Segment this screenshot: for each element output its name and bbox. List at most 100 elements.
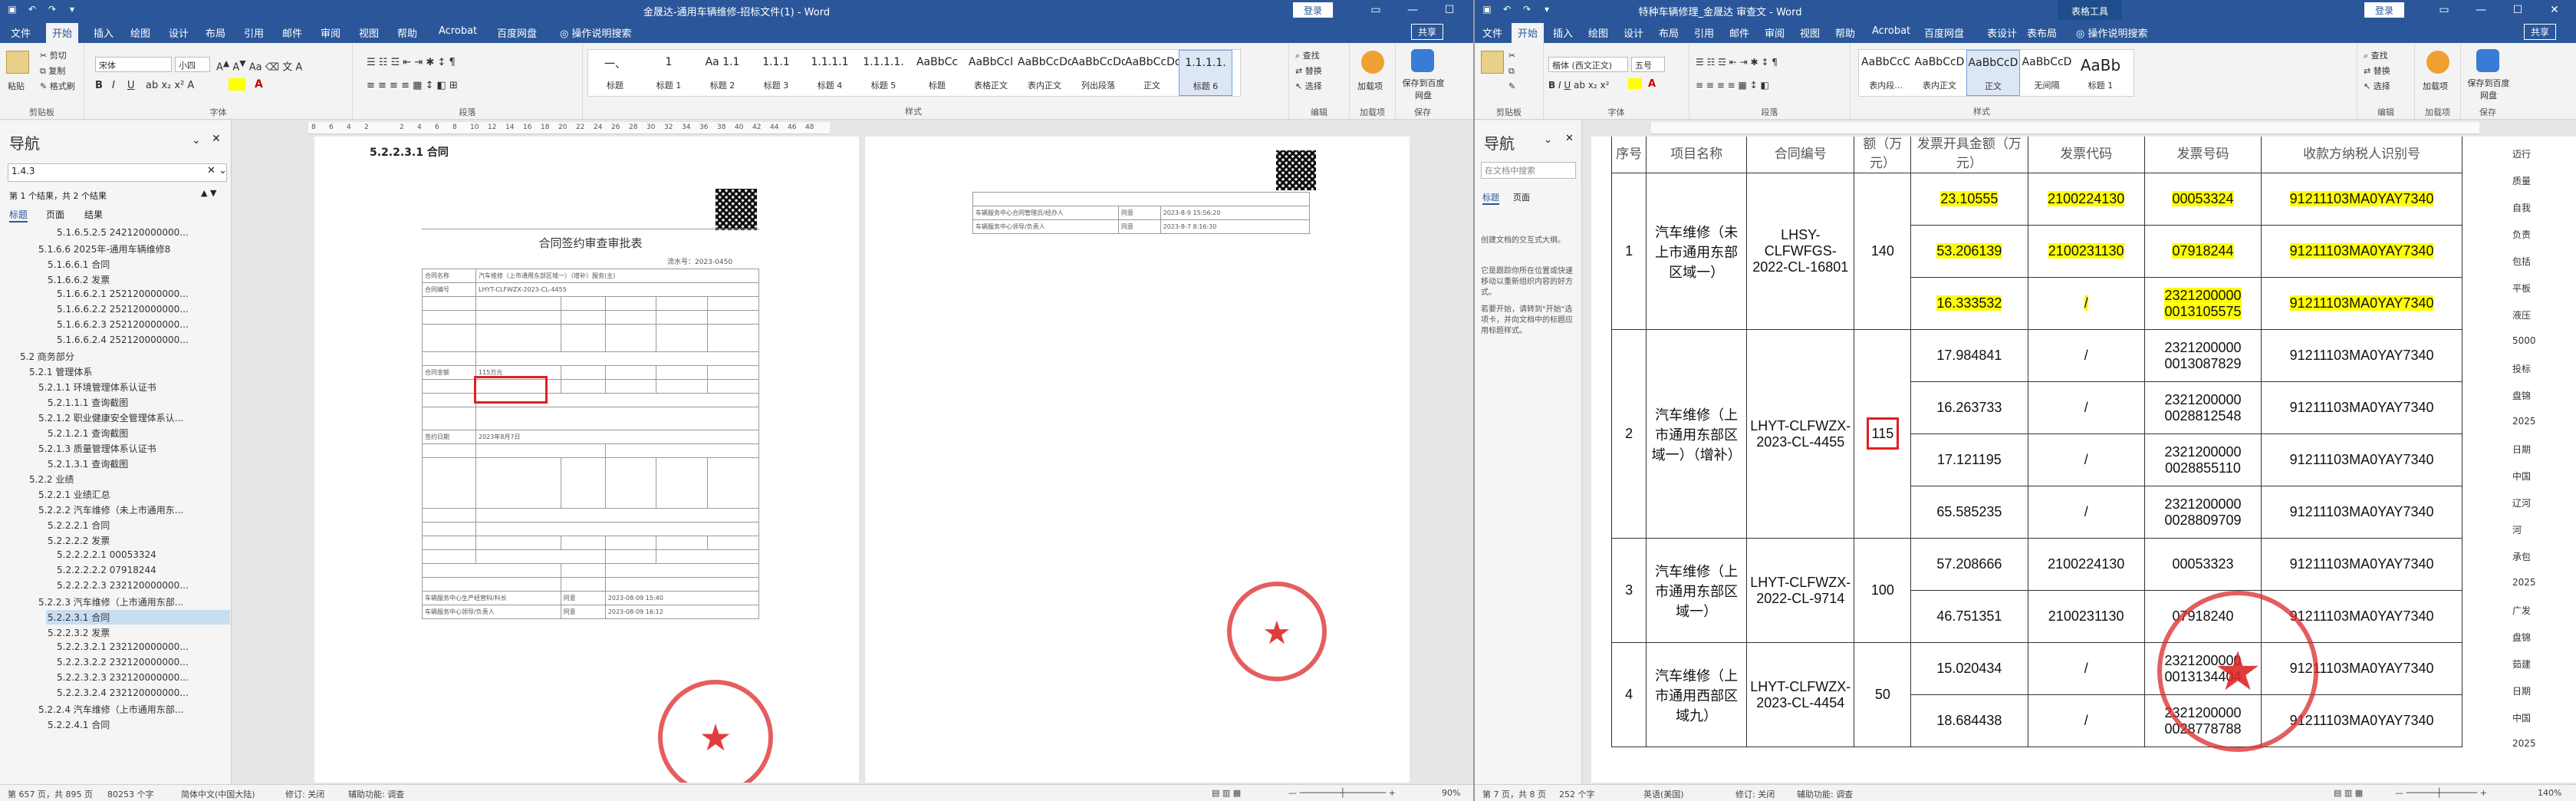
nav-heading-item[interactable]: 5.2.1.1 环境管理体系认证书	[37, 380, 230, 394]
bold-icon[interactable]: B	[95, 80, 103, 91]
nav-heading-item[interactable]: 5.2.2.1 业绩汇总	[37, 487, 230, 502]
tab-insert[interactable]: 插入	[94, 25, 114, 40]
strikethrough-icon[interactable]: ab x₂ x² A	[146, 80, 194, 91]
nav-heading-item[interactable]: 5.2.2.3.1 合同	[46, 610, 230, 625]
login-button[interactable]: 登录	[1293, 2, 1334, 18]
minimize-icon[interactable]: —	[2462, 2, 2499, 18]
nav-heading-item[interactable]: 5.1.6.6 2025年-通用车辆维修8	[37, 242, 230, 256]
maximize-icon[interactable]: ☐	[1431, 2, 1468, 18]
font-color-icon[interactable]: A	[255, 78, 263, 91]
addin-icon[interactable]	[2426, 51, 2449, 74]
tab-design[interactable]: 设计	[169, 25, 189, 40]
view-mode-icons[interactable]: ▤ ▥ ▦	[2334, 788, 2363, 798]
brush-icon[interactable]: ✎	[1508, 81, 1515, 91]
accessibility-status[interactable]: 辅助功能: 调查	[1797, 788, 1853, 800]
paste-label[interactable]: 粘贴	[8, 80, 25, 92]
font-name-combo[interactable]: 宋体	[95, 57, 172, 72]
style-item[interactable]: 1.1.1.1. 标题 6	[1179, 50, 1232, 96]
tab-draw[interactable]: 绘图	[130, 25, 150, 40]
save-to-baidu-button[interactable]: 保存到百度网盘	[2464, 77, 2513, 101]
style-item[interactable]: AaBbCcD 正文	[1966, 50, 2020, 96]
language-indicator[interactable]: 英语(美国)	[1643, 788, 1684, 800]
nav-search-input[interactable]: 1.4.3	[8, 163, 227, 182]
nav-heading-item[interactable]: 5.1.6.6.2.3 252120000000...	[55, 318, 230, 331]
clear-search-icon[interactable]: ✕ ⌄	[207, 165, 227, 176]
nav-heading-item[interactable]: 5.2.1.2.1 查询截图	[46, 426, 230, 440]
nav-heading-item[interactable]: 5.2.2.2.2.3 232120000000...	[55, 579, 230, 592]
nav-tab-pages[interactable]: 页面	[1513, 191, 1530, 203]
replace-button[interactable]: ⇄ 替换	[1295, 64, 1322, 77]
style-item[interactable]: 1.1.1.1. 标题 5	[857, 50, 910, 96]
nav-options-icon[interactable]: ⌄	[192, 134, 201, 147]
copy-button[interactable]: ⧉ 复制	[40, 64, 65, 77]
zoom-slider[interactable]: — ────────┼──────── +	[1288, 788, 1396, 798]
font-size-combo[interactable]: 五号	[1631, 57, 1665, 72]
style-item[interactable]: AaBbCcD 表内正文	[1913, 50, 1966, 96]
style-item[interactable]: AaBbCcDd 正文	[1125, 50, 1179, 96]
nav-heading-item[interactable]: 5.2.2.3.2.1 232120000000...	[55, 641, 230, 653]
style-item[interactable]: 1.1.1 标题 3	[749, 50, 803, 96]
align-left-icon[interactable]: ≡ ≡ ≡ ≡ ▦ ↕ ◧ ⊞	[367, 80, 458, 91]
tell-me-search[interactable]: ◎ 操作说明搜索	[2076, 25, 2148, 40]
zoom-level[interactable]: 140%	[2538, 788, 2561, 798]
share-button[interactable]: 共享	[2524, 24, 2557, 40]
nav-heading-item[interactable]: 5.2.2.3.2.3 232120000000...	[55, 671, 230, 684]
accessibility-status[interactable]: 辅助功能: 调查	[348, 788, 404, 800]
font-size-combo[interactable]: 小四	[175, 57, 210, 72]
tab-home[interactable]: 开始	[46, 23, 79, 43]
format-painter-button[interactable]: ✎ 格式刷	[40, 80, 75, 92]
maximize-icon[interactable]: ☐	[2499, 2, 2536, 18]
login-button[interactable]: 登录	[2364, 2, 2405, 18]
tab-file[interactable]: 文件	[11, 25, 31, 40]
nav-tab-headings[interactable]: 标题	[9, 208, 28, 222]
document-page-1[interactable]: 5.2.2.3.1 合同 合同签约审查审批表 流水号：2023-0450 合同名…	[314, 137, 859, 783]
nav-search-input[interactable]: 在文档中搜索	[1481, 162, 1576, 179]
track-changes-status[interactable]: 修订: 关闭	[285, 788, 324, 800]
nav-heading-item[interactable]: 5.2.2.3.2.2 232120000000...	[55, 656, 230, 668]
replace-button[interactable]: ⇄ 替换	[2364, 64, 2390, 77]
nav-heading-item[interactable]: 5.2 商务部分	[18, 349, 230, 364]
style-item[interactable]: 1.1.1.1 标题 4	[803, 50, 857, 96]
document-page[interactable]: 序号 项目名称 合同编号 额（万元） 发票开具金额（万元） 发票代码 发票号码 收款方纳税人识…	[1591, 137, 2508, 783]
tab-layout[interactable]: 布局	[206, 25, 225, 40]
style-item[interactable]: Aa 1.1 标题 2	[696, 50, 749, 96]
nav-heading-item[interactable]: 5.2.1.2 职业健康安全管理体系认...	[37, 410, 230, 425]
page-count[interactable]: 第 7 页，共 8 页	[1482, 788, 1546, 800]
nav-tab-results[interactable]: 结果	[84, 208, 103, 221]
style-item[interactable]: 一、 标题	[588, 50, 642, 96]
select-button[interactable]: ↖ 选择	[1295, 80, 1322, 92]
nav-heading-item[interactable]: 5.2.2.4 汽车维修（上市通用东部...	[37, 702, 230, 717]
select-button[interactable]: ↖ 选择	[2364, 80, 2390, 92]
nav-heading-item[interactable]: 5.2.2.2.2 发票	[46, 533, 230, 548]
tab-home[interactable]: 开始	[1512, 23, 1545, 43]
close-icon[interactable]: ✕	[1565, 133, 1574, 144]
style-item[interactable]: AaBbCcDd 列出段落	[1071, 50, 1125, 96]
tab-acrobat[interactable]: Acrobat	[439, 25, 477, 37]
horizontal-ruler[interactable]	[1651, 122, 2479, 134]
highlight-icon[interactable]	[1628, 78, 1642, 89]
grow-font-icon[interactable]: A▲ A▼ Aa ⌫ 文 A	[216, 58, 302, 73]
page-count[interactable]: 第 657 页，共 895 页	[8, 788, 93, 800]
nav-heading-item[interactable]: 5.1.6.6.2.4 252120000000...	[55, 334, 230, 346]
nav-heading-item[interactable]: 5.2.1.1.1 查询截图	[46, 395, 230, 410]
font-color-icon[interactable]: A	[1648, 78, 1656, 90]
style-item[interactable]: AaBbCcDd 表内正文	[1018, 50, 1071, 96]
tell-me-search[interactable]: ◎ 操作说明搜索	[560, 25, 632, 40]
cut-button[interactable]: ✂ 剪切	[40, 49, 67, 61]
tab-references[interactable]: 引用	[1694, 25, 1714, 40]
cloud-save-icon[interactable]	[1411, 49, 1434, 72]
nav-heading-item[interactable]: 5.2.2.2.2.1 00053324	[55, 549, 230, 561]
nav-heading-item[interactable]: 5.2.2 业绩	[28, 472, 230, 486]
nav-options-icon[interactable]: ⌄	[1544, 134, 1552, 146]
copy-icon[interactable]: ⧉	[1508, 66, 1515, 77]
nav-tab-headings[interactable]: 标题	[1482, 191, 1499, 205]
style-item[interactable]: AaBbCcI 表格正文	[964, 50, 1018, 96]
nav-heading-item[interactable]: 5.2.2.3.2 发票	[46, 625, 230, 640]
ribbon-display-icon[interactable]: ▭	[2426, 2, 2462, 18]
nav-heading-item[interactable]: 5.1.6.6.2 发票	[46, 272, 230, 287]
tab-view[interactable]: 视图	[359, 25, 379, 40]
tab-insert[interactable]: 插入	[1553, 25, 1573, 40]
nav-heading-item[interactable]: 5.1.6.5.2.5 242120000000...	[55, 226, 230, 239]
nav-heading-item[interactable]: 5.1.6.6.2.1 252120000000...	[55, 288, 230, 300]
style-item[interactable]: AaBbCc 标题	[910, 50, 964, 96]
